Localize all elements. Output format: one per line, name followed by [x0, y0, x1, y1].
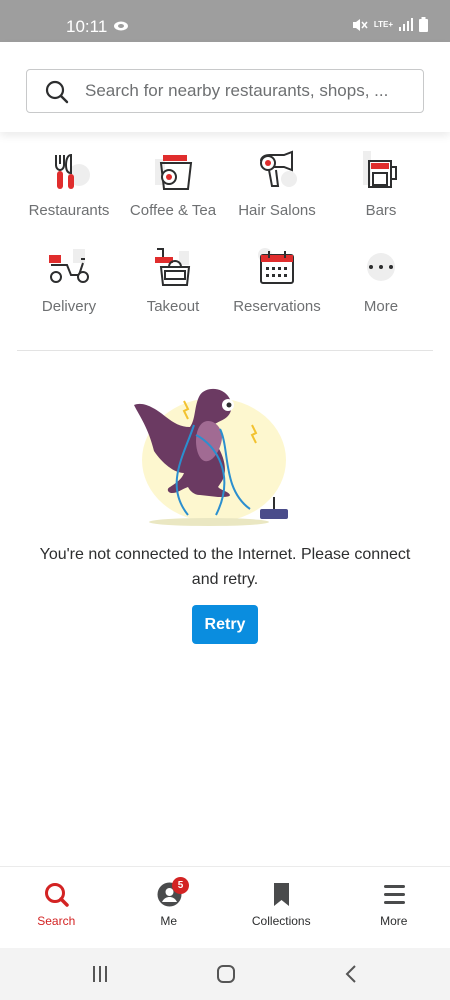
status-bar: 10:11 LTE+: [0, 0, 450, 42]
cloud-icon: [114, 21, 128, 31]
coffee-cup-icon: [155, 155, 193, 190]
nav-me[interactable]: Me: [113, 867, 226, 949]
fork-knife-icon: [55, 153, 90, 189]
nav-label: Me: [160, 914, 178, 928]
system-nav-bar: [0, 948, 450, 1000]
home-icon[interactable]: [214, 962, 238, 986]
category-label: Reservations: [233, 298, 321, 315]
category-label: Bars: [365, 202, 397, 219]
divider: [17, 350, 433, 351]
category-label: Coffee & Tea: [129, 202, 217, 219]
notification-badge: 5: [172, 877, 189, 894]
category-more[interactable]: More: [329, 241, 433, 337]
calendar-icon: [258, 248, 294, 284]
category-label: Delivery: [41, 298, 97, 315]
category-grid: Restaurants Coffee & Tea Hair Salons Bar…: [17, 145, 433, 337]
lte-icon: LTE+: [373, 19, 393, 29]
nav-label: Search: [37, 914, 76, 928]
category-restaurants[interactable]: Restaurants: [17, 145, 121, 241]
status-icons: LTE+: [352, 17, 428, 32]
dinosaur-unplugged-illustration: [134, 388, 288, 526]
category-label: Hair Salons: [238, 202, 316, 219]
retry-button[interactable]: Retry: [192, 605, 258, 644]
category-takeout[interactable]: Takeout: [121, 241, 225, 337]
search-bar[interactable]: [26, 69, 424, 113]
category-reservations[interactable]: Reservations: [225, 241, 329, 337]
offline-message: You're not connected to the Internet. Pl…: [39, 546, 411, 588]
nav-collections[interactable]: Collections: [225, 867, 338, 949]
nav-label: Collections: [251, 914, 311, 928]
status-time: 10:11: [66, 17, 108, 36]
menu-icon: [383, 885, 405, 904]
nav-label: More: [380, 914, 408, 928]
category-bars[interactable]: Bars: [329, 145, 433, 241]
recent-apps-icon[interactable]: [88, 962, 112, 986]
search-header: [0, 42, 450, 132]
nav-search[interactable]: Search: [0, 867, 113, 949]
search-icon: [45, 80, 69, 104]
nav-more[interactable]: More: [338, 867, 450, 949]
category-coffee-tea[interactable]: Coffee & Tea: [121, 145, 225, 241]
category-delivery[interactable]: Delivery: [17, 241, 121, 337]
mute-icon: [352, 18, 368, 31]
beer-mug-icon: [363, 151, 397, 188]
hair-dryer-icon: [260, 150, 297, 187]
bottom-nav: Search Me Collections More: [0, 866, 450, 948]
search-icon: [45, 883, 69, 907]
category-label: Restaurants: [28, 202, 110, 219]
category-label: Takeout: [146, 298, 200, 315]
takeout-box-icon: [155, 248, 191, 286]
ellipsis-icon: [367, 253, 395, 281]
bookmark-icon: [274, 883, 289, 906]
category-hair-salons[interactable]: Hair Salons: [225, 145, 329, 241]
search-input[interactable]: [85, 70, 415, 112]
category-label: More: [363, 298, 399, 315]
back-icon[interactable]: [340, 962, 364, 986]
battery-icon: [419, 17, 428, 32]
scooter-icon: [49, 249, 89, 283]
signal-icon: [399, 18, 413, 31]
